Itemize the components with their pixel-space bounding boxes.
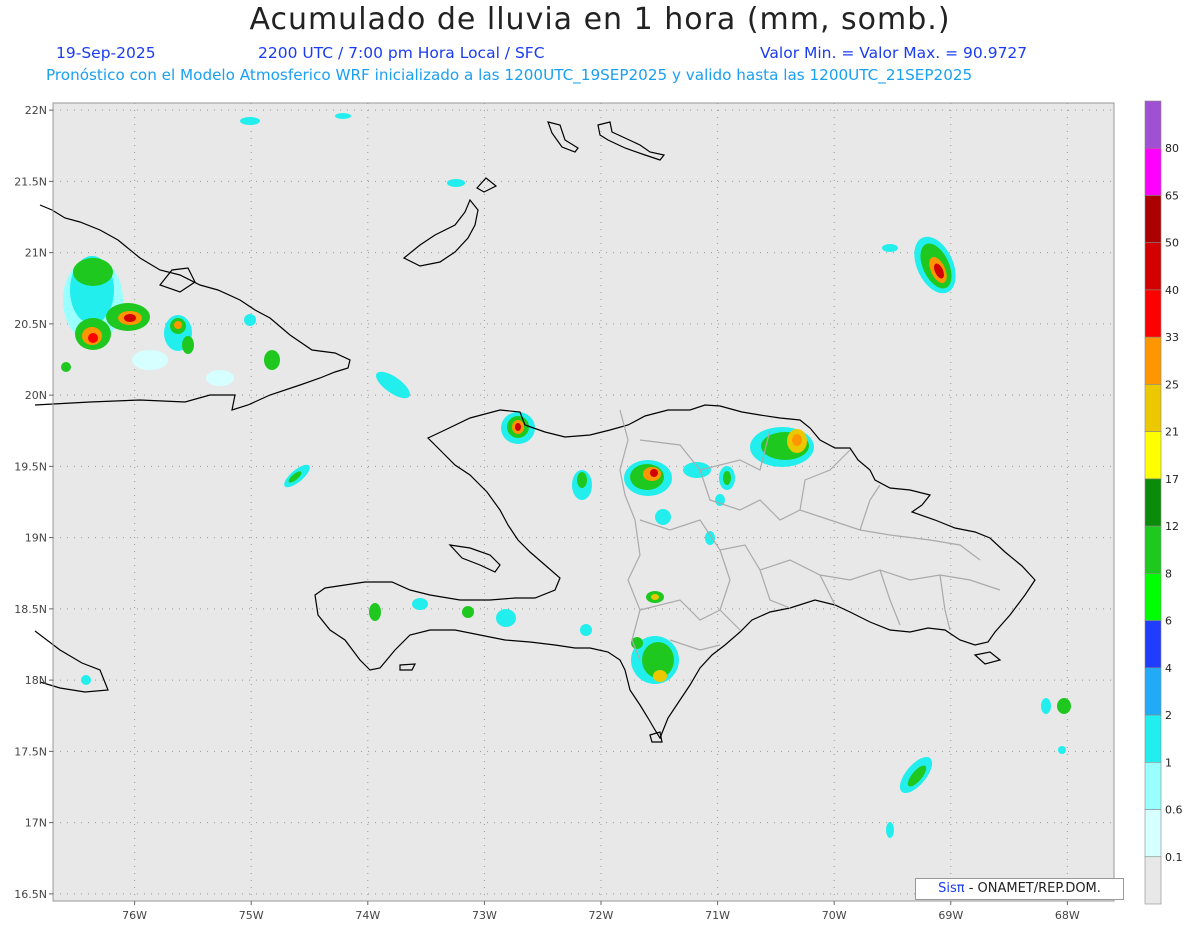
lat-label: 19.5N (14, 460, 47, 473)
lon-label: 71W (705, 909, 730, 922)
rain-cell (1057, 698, 1071, 714)
colorbar-swatch (1144, 573, 1162, 621)
colorbar-label: 25 (1165, 378, 1179, 391)
rain-cell (577, 472, 587, 488)
colorbar-swatch (1144, 620, 1162, 669)
colorbar: 0.10.612468121721253340506580 (1144, 100, 1183, 905)
precipitation-map: 76W 75W 74W 73W 72W 71W 70W 69W 68W 22N21.5N21N2… (14, 100, 1183, 922)
colorbar-label: 8 (1165, 567, 1172, 580)
colorbar-swatch (1144, 714, 1162, 763)
colorbar-label: 33 (1165, 331, 1179, 344)
lat-label: 17N (25, 817, 47, 830)
rain-cell (651, 594, 659, 600)
rain-cell (501, 412, 535, 444)
colorbar-label: 40 (1165, 284, 1179, 297)
lon-label: 75W (239, 909, 264, 922)
rain-cell (723, 471, 731, 485)
colorbar-label: 12 (1165, 520, 1179, 533)
rain-cell (1041, 698, 1051, 714)
colorbar-swatch (1144, 100, 1162, 149)
colorbar-swatch (1144, 336, 1162, 385)
rain-cell (496, 609, 516, 627)
colorbar-swatch (1144, 195, 1162, 244)
colorbar-swatch (1144, 147, 1162, 196)
rain-cell (886, 822, 894, 838)
lat-label: 19N (25, 532, 47, 545)
colorbar-label: 4 (1165, 662, 1172, 675)
longitude-axis: 76W 75W 74W 73W 72W 71W 70W 69W 68W (122, 901, 1080, 922)
rain-cell (683, 462, 711, 478)
lat-label: 21.5N (14, 175, 47, 188)
colorbar-label: 0.6 (1165, 804, 1183, 817)
lat-label: 18.5N (14, 603, 47, 616)
colorbar-label: 50 (1165, 237, 1179, 250)
rain-cell (462, 606, 474, 618)
lat-label: 21N (25, 247, 47, 260)
lat-label: 20N (25, 389, 47, 402)
lon-label: 74W (355, 909, 380, 922)
colorbar-swatch (1144, 242, 1162, 291)
lat-label: 17.5N (14, 745, 47, 758)
rain-cell (750, 427, 814, 467)
min-max-values: Valor Min. = Valor Max. = 90.9727 (760, 44, 1028, 62)
rain-cell (81, 675, 91, 685)
rain-cell (631, 636, 679, 684)
lon-label: 69W (938, 909, 963, 922)
colorbar-label: 21 (1165, 426, 1179, 439)
valid-date: 19-Sep-2025 (56, 44, 156, 62)
latitude-axis: 22N 21.5N 21N 20.5N 20N 19.5N 19N 18.5N 18N 17.5N… (14, 104, 53, 901)
rain-cell (655, 509, 671, 525)
colorbar-swatch (1144, 478, 1162, 527)
rain-cell (412, 598, 428, 610)
forecast-description: Pronóstico con el Modelo Atmosferico WRF… (46, 66, 973, 84)
lat-label: 22N (25, 104, 47, 117)
colorbar-label: 80 (1165, 142, 1179, 155)
lon-label: 70W (822, 909, 847, 922)
credit-org: - ONAMET/REP.DOM. (964, 881, 1101, 896)
colorbar-label: 65 (1165, 189, 1179, 202)
colorbar-swatch (1144, 384, 1162, 432)
lat-label: 18N (25, 674, 47, 687)
lon-label: 76W (122, 909, 147, 922)
colorbar-swatch (1144, 809, 1162, 858)
lon-label: 68W (1055, 909, 1080, 922)
lat-label: 16.5N (14, 888, 47, 901)
colorbar-label: 6 (1165, 615, 1172, 628)
lon-label: 72W (589, 909, 614, 922)
colorbar-swatch (1144, 431, 1162, 480)
colorbar-swatch (1144, 289, 1162, 338)
colorbar-label: 0.1 (1165, 851, 1183, 864)
colorbar-swatch (1144, 667, 1162, 716)
credit-box: Sisπ - ONAMET/REP.DOM. (915, 878, 1124, 900)
rain-cell (240, 117, 260, 125)
map-title: Acumulado de lluvia en 1 hora (mm, somb.… (249, 2, 951, 37)
rain-cell (705, 531, 715, 545)
sispi-logo: Sisπ (938, 881, 965, 896)
lon-label: 73W (472, 909, 497, 922)
colorbar-label: 2 (1165, 709, 1172, 722)
rain-cell (335, 113, 351, 119)
colorbar-label: 17 (1165, 473, 1179, 486)
colorbar-swatch (1144, 856, 1162, 905)
rain-cell (580, 624, 592, 636)
colorbar-label: 1 (1165, 756, 1172, 769)
rain-cell (624, 460, 672, 496)
colorbar-swatch (1144, 525, 1162, 574)
rain-cell (447, 179, 465, 187)
lat-label: 20.5N (14, 318, 47, 331)
valid-time: 2200 UTC / 7:00 pm Hora Local / SFC (258, 44, 545, 62)
rain-cell (369, 603, 381, 621)
map-background (53, 103, 1114, 901)
rain-cell (1058, 746, 1066, 754)
colorbar-swatch (1144, 761, 1162, 810)
